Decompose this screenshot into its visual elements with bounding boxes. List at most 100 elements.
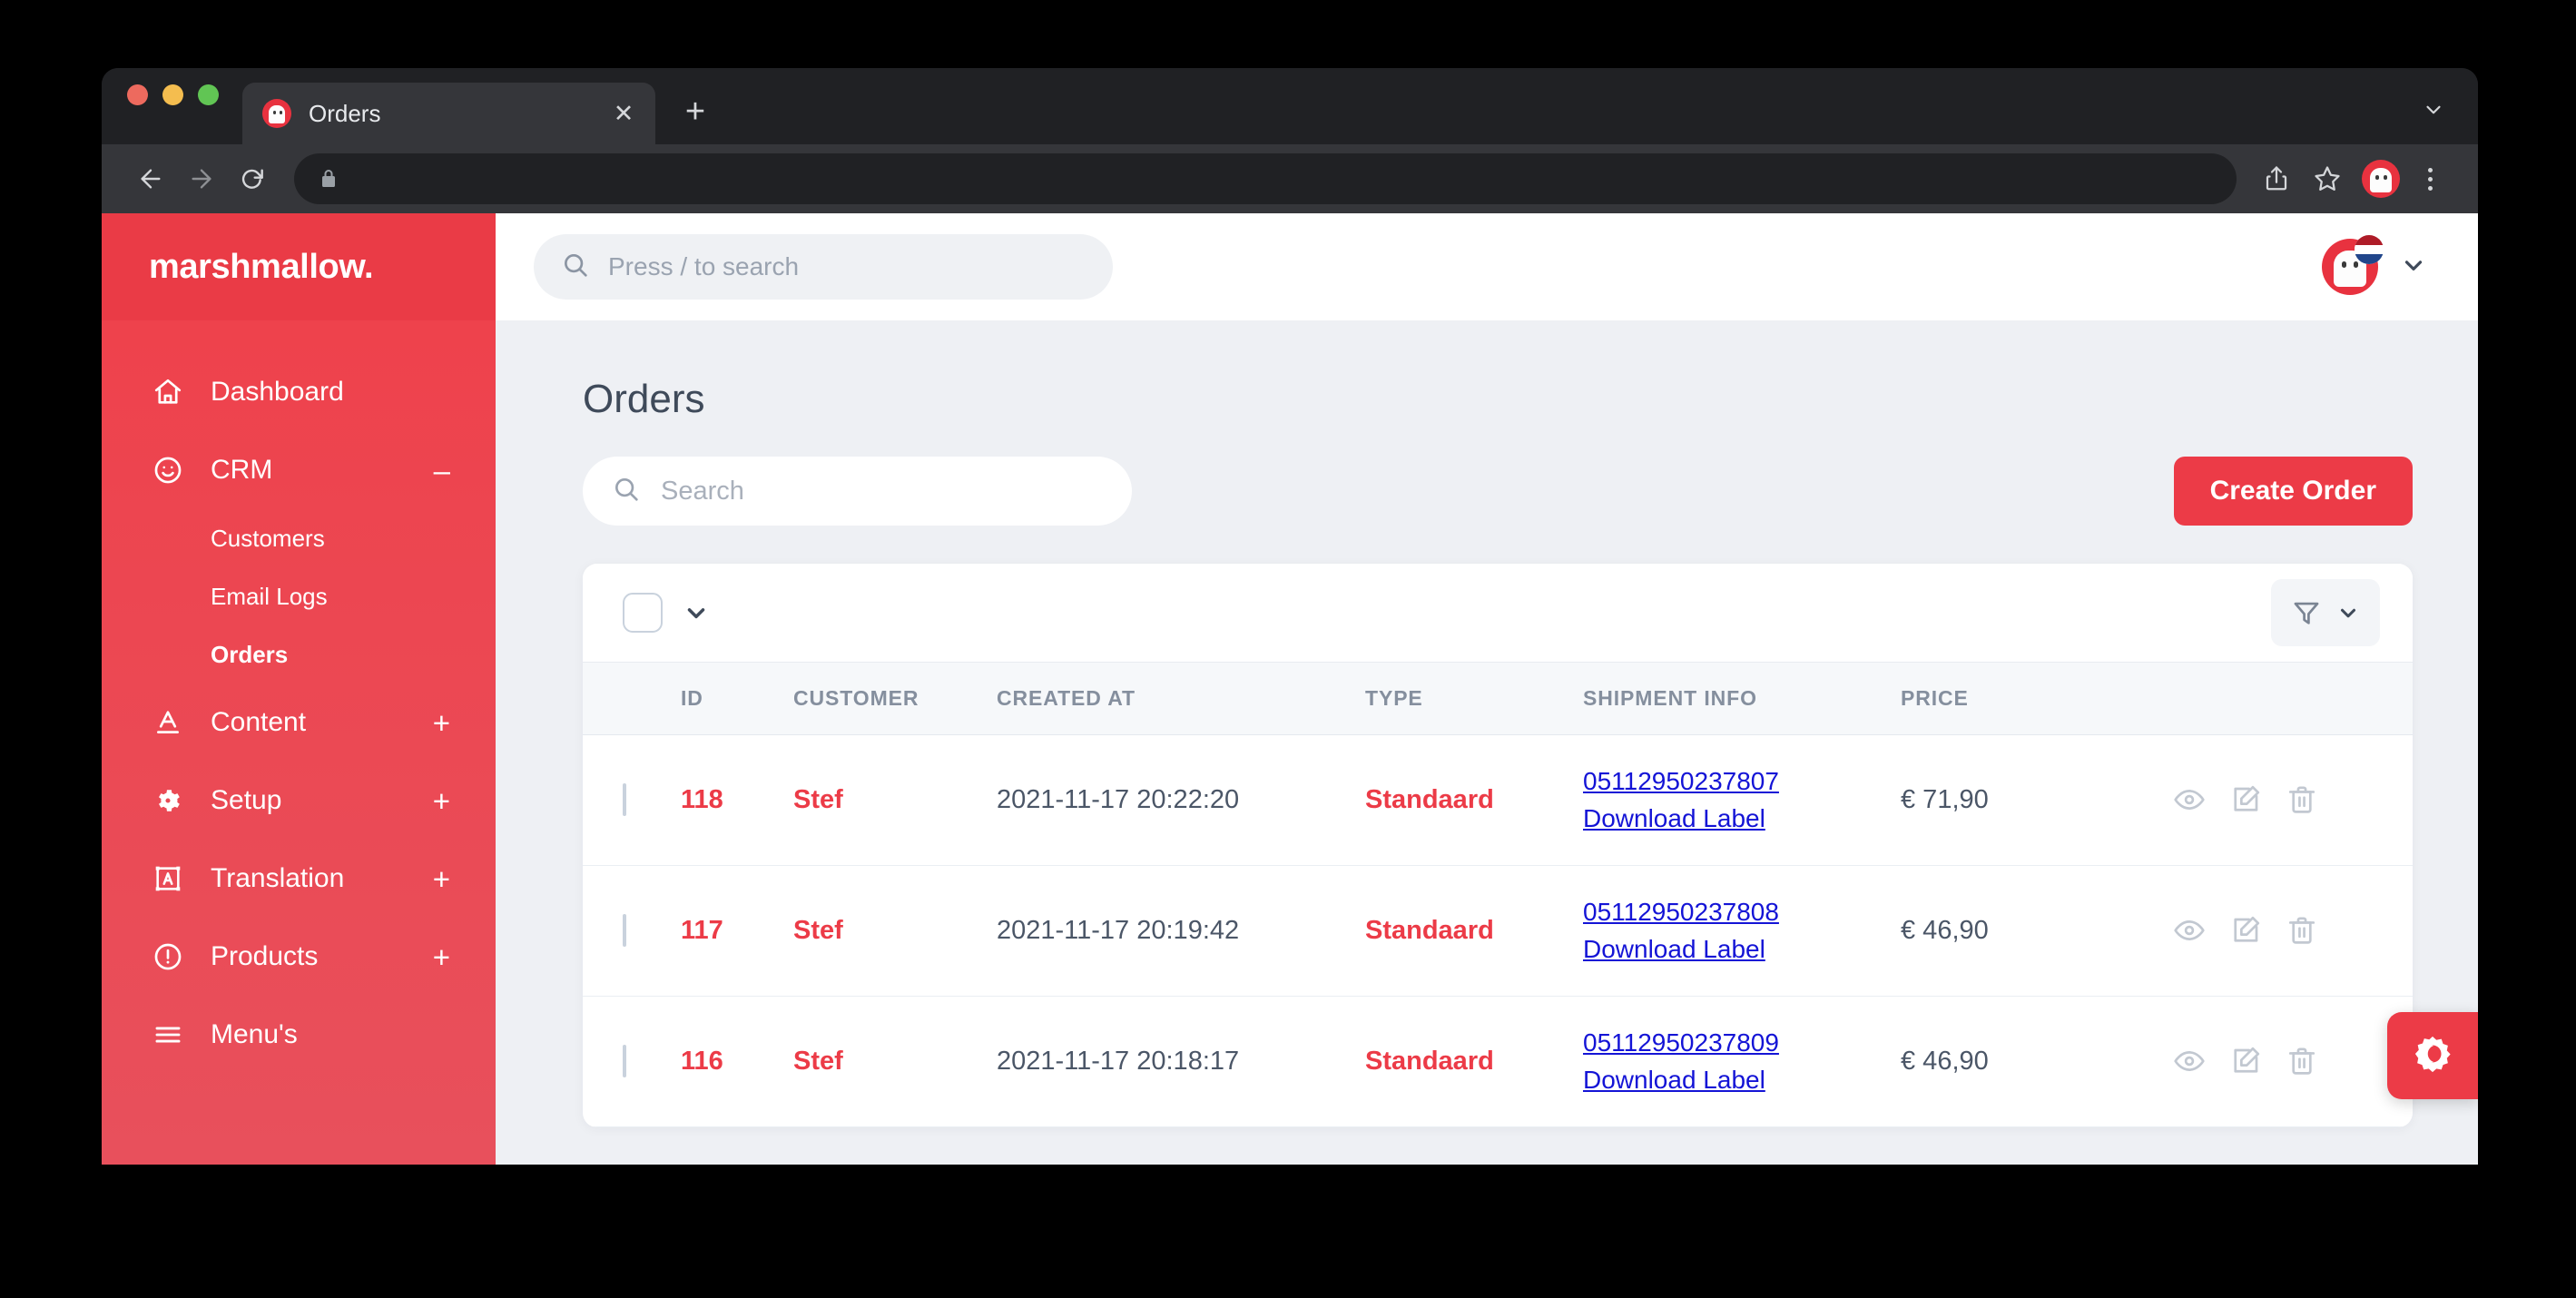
cell-shipment-info: 05112950237807 Download Label	[1583, 734, 1901, 866]
back-arrow-icon[interactable]	[125, 153, 176, 204]
browser-tab[interactable]: Orders ✕	[242, 83, 655, 144]
edit-icon[interactable]	[2229, 1045, 2262, 1077]
global-search-input[interactable]: Press / to search	[534, 234, 1113, 300]
cell-customer[interactable]: Stef	[793, 734, 997, 866]
sidebar-item-label: CRM	[211, 455, 273, 485]
th-price[interactable]: PRICE	[1901, 662, 2173, 735]
sidebar-nav: Dashboard CRM – Customers Email Logs Ord…	[102, 320, 496, 1074]
search-icon	[612, 475, 641, 508]
trash-icon[interactable]	[2286, 914, 2318, 947]
share-icon[interactable]	[2251, 153, 2302, 204]
browser-toolbar	[102, 144, 2478, 213]
table-row[interactable]: 118 Stef 2021-11-17 20:22:20 Standaard 0…	[583, 734, 2413, 866]
edit-icon[interactable]	[2229, 914, 2262, 947]
th-id[interactable]: ID	[681, 662, 793, 735]
th-type[interactable]: TYPE	[1365, 662, 1583, 735]
sidebar-item-menus[interactable]: Menu's	[102, 996, 496, 1074]
download-label-link[interactable]: Download Label	[1583, 930, 1901, 968]
filter-button[interactable]	[2271, 579, 2380, 646]
download-label-link[interactable]: Download Label	[1583, 1061, 1901, 1098]
tab-list-chevron-down-icon[interactable]	[2422, 98, 2445, 126]
table-row[interactable]: 117 Stef 2021-11-17 20:19:42 Standaard 0…	[583, 865, 2413, 997]
cell-created-at: 2021-11-17 20:22:20	[997, 734, 1365, 866]
orders-table-card: ID CUSTOMER CREATED AT TYPE SHIPMENT INF…	[583, 564, 2413, 1127]
reload-icon[interactable]	[227, 153, 278, 204]
bookmark-star-icon[interactable]	[2302, 153, 2353, 204]
user-menu-chevron-down-icon[interactable]	[2400, 251, 2427, 283]
app-topbar: Press / to search	[496, 213, 2478, 320]
tracking-link[interactable]: 05112950237809	[1583, 1024, 1901, 1061]
sidebar-item-crm[interactable]: CRM –	[102, 431, 496, 509]
sidebar-collapse-toggle[interactable]: –	[434, 456, 450, 486]
trash-icon[interactable]	[2286, 783, 2318, 816]
browser-profile-avatar[interactable]	[2362, 160, 2400, 198]
orders-search-input[interactable]: Search	[583, 457, 1132, 526]
new-tab-button[interactable]: +	[675, 92, 715, 132]
cell-type: Standaard	[1365, 996, 1583, 1127]
eye-icon[interactable]	[2173, 783, 2206, 816]
sidebar-expand-toggle[interactable]: +	[433, 942, 450, 972]
edit-icon[interactable]	[2229, 783, 2262, 816]
sidebar-item-label: Products	[211, 941, 319, 971]
tab-favicon-marshmallow-icon	[262, 99, 291, 128]
home-icon	[149, 377, 187, 408]
sidebar-item-content[interactable]: Content +	[102, 683, 496, 762]
row-checkbox[interactable]	[623, 913, 626, 947]
row-checkbox[interactable]	[623, 1044, 626, 1077]
user-menu[interactable]	[2322, 235, 2427, 295]
cell-id[interactable]: 116	[681, 996, 793, 1127]
table-row[interactable]: 116 Stef 2021-11-17 20:18:17 Standaard 0…	[583, 996, 2413, 1127]
cell-id[interactable]: 118	[681, 734, 793, 866]
sidebar-item-products[interactable]: Products +	[102, 918, 496, 996]
cell-customer[interactable]: Stef	[793, 996, 997, 1127]
orders-table: ID CUSTOMER CREATED AT TYPE SHIPMENT INF…	[583, 662, 2413, 1127]
sidebar-expand-toggle[interactable]: +	[433, 864, 450, 894]
create-order-button[interactable]: Create Order	[2173, 457, 2413, 526]
sidebar-item-dashboard[interactable]: Dashboard	[102, 353, 496, 431]
th-shipment-info[interactable]: SHIPMENT INFO	[1583, 662, 1901, 735]
th-customer[interactable]: CUSTOMER	[793, 662, 997, 735]
cell-actions	[2173, 734, 2413, 866]
tracking-link[interactable]: 05112950237807	[1583, 762, 1901, 800]
hamburger-icon	[149, 1019, 187, 1050]
dark-mode-toggle-button[interactable]	[2387, 1012, 2478, 1099]
sidebar-subitem-orders[interactable]: Orders	[102, 625, 496, 683]
kebab-menu-icon[interactable]	[2409, 167, 2451, 191]
trash-icon[interactable]	[2286, 1045, 2318, 1077]
sidebar-expand-toggle[interactable]: +	[433, 786, 450, 816]
bulk-actions-chevron-down-icon[interactable]	[683, 599, 710, 626]
download-label-link[interactable]: Download Label	[1583, 800, 1901, 837]
cell-shipment-info: 05112950237808 Download Label	[1583, 865, 1901, 997]
row-checkbox[interactable]	[623, 782, 626, 816]
brand-logo[interactable]: marshmallow.	[102, 213, 496, 320]
cell-id[interactable]: 117	[681, 865, 793, 997]
window-traffic-lights	[127, 68, 219, 144]
sidebar-subitem-customers[interactable]: Customers	[102, 509, 496, 567]
browser-window: Orders ✕ + marshmallow. Dashboard CRM – …	[102, 68, 2478, 1165]
eye-icon[interactable]	[2173, 1045, 2206, 1077]
cell-customer[interactable]: Stef	[793, 865, 997, 997]
minimize-window-button[interactable]	[162, 84, 183, 105]
tracking-link[interactable]: 05112950237808	[1583, 893, 1901, 930]
maximize-window-button[interactable]	[198, 84, 219, 105]
orders-search-placeholder: Search	[661, 476, 744, 506]
exclamation-circle-icon	[149, 941, 187, 972]
tab-title: Orders	[309, 99, 381, 127]
th-created-at[interactable]: CREATED AT	[997, 662, 1365, 735]
page-viewport: marshmallow. Dashboard CRM – Customers E…	[102, 213, 2478, 1165]
address-bar[interactable]	[294, 153, 2237, 204]
row-checkbox-cell	[583, 734, 681, 866]
eye-icon[interactable]	[2173, 914, 2206, 947]
tab-close-icon[interactable]: ✕	[608, 98, 639, 129]
search-icon	[561, 251, 590, 284]
sidebar-expand-toggle[interactable]: +	[433, 708, 450, 738]
close-window-button[interactable]	[127, 84, 148, 105]
sidebar-subitem-email-logs[interactable]: Email Logs	[102, 567, 496, 625]
sidebar-item-translation[interactable]: Translation +	[102, 840, 496, 918]
sidebar-item-setup[interactable]: Setup +	[102, 762, 496, 840]
select-all-checkbox[interactable]	[623, 593, 663, 633]
forward-arrow-icon[interactable]	[176, 153, 227, 204]
cell-type: Standaard	[1365, 865, 1583, 997]
filter-funnel-icon	[2291, 597, 2322, 628]
user-avatar	[2322, 235, 2384, 295]
